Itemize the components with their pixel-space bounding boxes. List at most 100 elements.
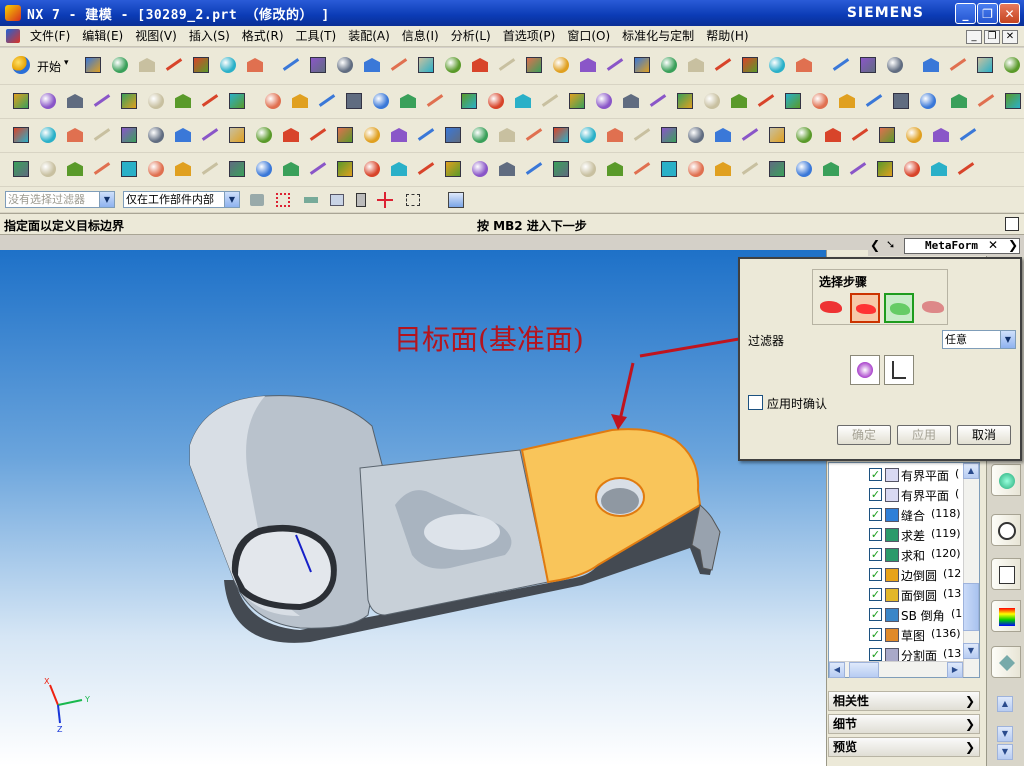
- view-icon[interactable]: [830, 54, 852, 76]
- feature-icon[interactable]: [316, 90, 338, 112]
- analysis-icon[interactable]: [415, 124, 437, 146]
- rectangle-select-icon[interactable]: [402, 189, 424, 211]
- menu-format[interactable]: 格式(R): [236, 27, 290, 46]
- view-icon[interactable]: [334, 54, 356, 76]
- curve-icon[interactable]: [836, 90, 858, 112]
- analysis-icon[interactable]: [712, 54, 734, 76]
- feature-icon[interactable]: [809, 90, 831, 112]
- view-icon[interactable]: [890, 90, 912, 112]
- edit-icon[interactable]: [226, 124, 248, 146]
- surface-icon[interactable]: [496, 124, 518, 146]
- view-icon[interactable]: [163, 54, 185, 76]
- navigator-row[interactable]: ✓ 有界平面 (: [829, 465, 979, 485]
- select-feature-icon[interactable]: [272, 189, 294, 211]
- navigator-hscrollbar[interactable]: ◀ ▶: [829, 661, 963, 678]
- view-icon[interactable]: [199, 124, 221, 146]
- scroll-thumb[interactable]: [963, 583, 979, 631]
- feature-visibility-checkbox[interactable]: ✓: [869, 648, 882, 661]
- step-surface-icon[interactable]: [884, 293, 914, 323]
- confirm-checkbox[interactable]: [748, 395, 763, 410]
- roles-tab-icon[interactable]: [991, 646, 1021, 678]
- scroll-left-icon[interactable]: ◀: [829, 662, 845, 678]
- analysis-icon[interactable]: [577, 124, 599, 146]
- edit-icon[interactable]: [262, 90, 284, 112]
- ok-button[interactable]: 确定: [837, 425, 891, 445]
- feature-visibility-checkbox[interactable]: ✓: [869, 588, 882, 601]
- view-icon[interactable]: [685, 124, 707, 146]
- curve-icon[interactable]: [604, 54, 626, 76]
- chevron-down-icon[interactable]: ▼: [224, 192, 239, 207]
- curve-graph-icon[interactable]: [884, 355, 914, 385]
- doc-minimize-button[interactable]: _: [966, 30, 982, 44]
- analysis-icon[interactable]: [91, 124, 113, 146]
- feature-visibility-checkbox[interactable]: ✓: [869, 608, 882, 621]
- apply-button[interactable]: 应用: [897, 425, 951, 445]
- surface-icon[interactable]: [199, 90, 221, 112]
- menu-window[interactable]: 窗口(O): [561, 27, 616, 46]
- feature-icon[interactable]: [901, 158, 923, 180]
- surface-icon[interactable]: [37, 90, 59, 112]
- curve-icon[interactable]: [766, 158, 788, 180]
- select-body-icon[interactable]: [850, 355, 880, 385]
- edit-icon[interactable]: [388, 124, 410, 146]
- view-icon[interactable]: [496, 54, 518, 76]
- feature-visibility-checkbox[interactable]: ✓: [869, 468, 882, 481]
- edit-icon[interactable]: [424, 90, 446, 112]
- analysis-icon[interactable]: [118, 90, 140, 112]
- navigator-row[interactable]: ✓ 求差 (119): [829, 525, 979, 545]
- box-select-icon[interactable]: [326, 189, 348, 211]
- feature-icon[interactable]: [253, 158, 275, 180]
- edit-icon[interactable]: [199, 158, 221, 180]
- feature-icon[interactable]: [577, 54, 599, 76]
- analysis-icon[interactable]: [217, 54, 239, 76]
- tab-pin-icon[interactable]: ➘: [886, 238, 895, 251]
- curve-icon[interactable]: [343, 90, 365, 112]
- curve-icon[interactable]: [1002, 90, 1024, 112]
- edit-icon[interactable]: [550, 124, 572, 146]
- feature-icon[interactable]: [82, 54, 104, 76]
- analysis-icon[interactable]: [948, 90, 970, 112]
- view-icon[interactable]: [226, 90, 248, 112]
- curve-icon[interactable]: [280, 54, 302, 76]
- scroll-down-icon[interactable]: ▼: [997, 726, 1013, 742]
- web-browser-tab-icon[interactable]: [991, 464, 1021, 496]
- analysis-icon[interactable]: [289, 90, 311, 112]
- scroll-up-icon[interactable]: ▲: [963, 463, 979, 479]
- surface-icon[interactable]: [539, 90, 561, 112]
- view-icon[interactable]: [658, 54, 680, 76]
- menu-info[interactable]: 信息(I): [396, 27, 445, 46]
- scroll-up-icon[interactable]: ▲: [997, 696, 1013, 712]
- cursor-select-icon[interactable]: [350, 189, 372, 211]
- doc-close-button[interactable]: ✕: [1002, 30, 1018, 44]
- surface-icon[interactable]: [793, 54, 815, 76]
- feature-visibility-checkbox[interactable]: ✓: [869, 528, 882, 541]
- curve-icon[interactable]: [10, 90, 32, 112]
- feature-icon[interactable]: [577, 158, 599, 180]
- filter-select[interactable]: 任意 ▼: [942, 330, 1016, 349]
- edit-icon[interactable]: [523, 158, 545, 180]
- view-icon[interactable]: [361, 124, 383, 146]
- feature-icon[interactable]: [647, 90, 669, 112]
- feature-icon[interactable]: [485, 90, 507, 112]
- feature-visibility-checkbox[interactable]: ✓: [869, 628, 882, 641]
- menu-insert[interactable]: 插入(S): [183, 27, 236, 46]
- analysis-icon[interactable]: [739, 124, 761, 146]
- curve-icon[interactable]: [674, 90, 696, 112]
- view-icon[interactable]: [496, 158, 518, 180]
- analysis-icon[interactable]: [550, 54, 572, 76]
- surface-icon[interactable]: [172, 124, 194, 146]
- curve-icon[interactable]: [280, 158, 302, 180]
- feature-icon[interactable]: [739, 54, 761, 76]
- edit-icon[interactable]: [91, 90, 113, 112]
- navigator-row[interactable]: ✓ 边倒圆 (12: [829, 565, 979, 585]
- tab-close-icon[interactable]: ✕: [988, 238, 998, 252]
- step-boundary-icon[interactable]: [850, 293, 880, 323]
- feature-icon[interactable]: [766, 124, 788, 146]
- menu-view[interactable]: 视图(V): [129, 27, 183, 46]
- analysis-icon[interactable]: [388, 54, 410, 76]
- curve-icon[interactable]: [145, 124, 167, 146]
- snap-icon[interactable]: [246, 189, 268, 211]
- surface-icon[interactable]: [370, 90, 392, 112]
- edit-icon[interactable]: [857, 54, 879, 76]
- curve-icon[interactable]: [172, 90, 194, 112]
